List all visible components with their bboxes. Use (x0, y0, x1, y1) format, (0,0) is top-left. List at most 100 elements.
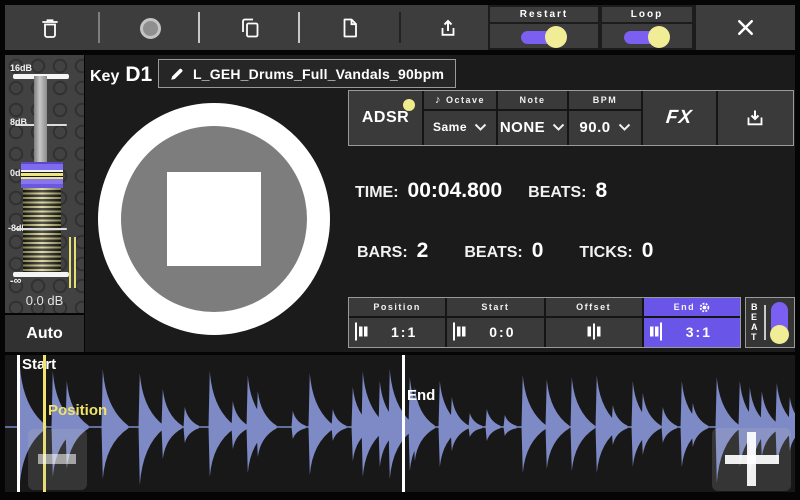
sample-name: L_GEH_Drums_Full_Vandals_90bpm (193, 66, 444, 82)
close-button[interactable] (694, 5, 795, 50)
copy-icon (238, 16, 262, 40)
meter-peak-line (69, 237, 76, 288)
toggle-knob (648, 26, 670, 48)
note-label: Note (520, 95, 546, 105)
beat-slider-rail (764, 305, 766, 340)
record-button[interactable] (131, 9, 169, 47)
beat-label: BEAT (751, 302, 760, 342)
note-dropdown[interactable]: Note NONE (496, 91, 567, 145)
auto-label: Auto (26, 325, 62, 343)
end-marker-label: End (407, 387, 435, 404)
octave-label: Octave (446, 95, 485, 105)
new-file-button[interactable] (331, 9, 369, 47)
waveform-editor[interactable]: StartPositionEnd (5, 355, 795, 492)
position-cell[interactable]: Position 1:1 (349, 298, 445, 347)
marker-left-icon (354, 322, 370, 341)
time-value: 00:04.800 (408, 179, 503, 203)
loop-label: Loop (602, 7, 692, 24)
volume-fader-panel[interactable]: 16dB 8dB 0dB -8dB -∞ 0.0 dB (5, 55, 84, 313)
loop-toggle[interactable] (624, 25, 670, 49)
auto-button[interactable]: Auto (5, 315, 84, 352)
delete-button[interactable] (31, 9, 69, 47)
bpm-dropdown[interactable]: BPM 90.0 (567, 91, 641, 145)
bars-label: BARS: (357, 244, 408, 262)
chevron-down-icon (474, 123, 487, 131)
stop-icon (167, 172, 261, 266)
position-value: 1:1 (391, 324, 417, 340)
loop-points-table: Position 1:1 Start 0:0 Offset (348, 297, 741, 348)
waveform-svg[interactable] (5, 355, 795, 492)
start-marker-line[interactable] (17, 355, 20, 492)
chevron-down-icon (618, 123, 631, 131)
gear-icon[interactable] (699, 302, 710, 313)
time-label: TIME: (355, 184, 399, 202)
trash-icon (38, 16, 62, 40)
end-marker-line[interactable] (402, 355, 405, 492)
fader-bottom-bar (13, 272, 69, 277)
bpm-value: 90.0 (579, 119, 610, 136)
clef-icon: ♪ (435, 95, 442, 106)
bars-readout: BARS: 2 BEATS: 0 TICKS: 0 (357, 239, 653, 263)
minus-icon (38, 454, 76, 464)
export-button[interactable] (429, 9, 467, 47)
start-header: Start (481, 302, 509, 312)
toolbar-divider (98, 12, 100, 43)
marker-left-icon (452, 322, 468, 341)
download-icon (743, 106, 767, 130)
fx-button[interactable]: FX (641, 91, 716, 145)
adsr-label: ADSR (362, 109, 409, 127)
sample-controls-panel: ADSR ♪ Octave Same Note NONE (348, 90, 794, 146)
save-sample-button[interactable] (716, 91, 791, 145)
key-label: Key D1 (90, 63, 152, 87)
start-cell[interactable]: Start 0:0 (445, 298, 543, 347)
adsr-button[interactable]: ADSR (349, 91, 422, 145)
sample-name-field[interactable]: L_GEH_Drums_Full_Vandals_90bpm (158, 59, 456, 88)
main-panel: Key D1 L_GEH_Drums_Full_Vandals_90bpm AD… (85, 55, 795, 352)
stop-button-ring (121, 126, 307, 312)
close-icon (733, 15, 758, 40)
toolbar-divider (298, 12, 300, 43)
beat-slider-knob[interactable] (770, 325, 789, 344)
end-value: 3:1 (686, 324, 712, 340)
bpm-label: BPM (593, 95, 618, 105)
sampler-app-window: Restart Loop 16dB 8dB 0dB -8dB -∞ (0, 0, 800, 500)
octave-dropdown[interactable]: ♪ Octave Same (422, 91, 496, 145)
record-icon (140, 18, 161, 39)
offset-header: Offset (576, 302, 611, 312)
restart-label: Restart (490, 7, 598, 24)
copy-button[interactable] (231, 9, 269, 47)
new-file-icon (338, 16, 362, 40)
bars-value: 2 (417, 239, 429, 263)
beats2-label: BEATS: (464, 244, 522, 262)
ticks-label: TICKS: (579, 244, 632, 262)
level-meter (23, 188, 61, 272)
toolbar-divider (198, 12, 200, 43)
beats-label: BEATS: (528, 184, 586, 202)
restart-toggle[interactable] (521, 25, 567, 49)
beats2-value: 0 (532, 239, 544, 263)
stop-button[interactable] (98, 103, 330, 335)
marker-right-icon (649, 322, 665, 341)
start-value: 0:0 (489, 324, 515, 340)
zoom-in-button[interactable] (712, 428, 791, 491)
loop-control: Loop (600, 5, 694, 50)
fader-neg8db-line (15, 228, 67, 230)
end-cell[interactable]: End 3:1 (642, 298, 740, 347)
ticks-value: 0 (642, 239, 654, 263)
fader-thumb[interactable] (21, 162, 63, 188)
upload-icon (436, 16, 460, 40)
zoom-out-button[interactable] (28, 429, 87, 490)
chevron-down-icon (552, 123, 565, 131)
db-value: 0.0 dB (5, 293, 84, 308)
start-marker-label: Start (22, 356, 56, 373)
offset-bars-icon (586, 322, 602, 341)
toggle-knob (545, 26, 567, 48)
offset-cell[interactable]: Offset (544, 298, 642, 347)
top-toolbar: Restart Loop (5, 5, 795, 50)
plus-icon (747, 432, 756, 486)
position-header: Position (373, 302, 421, 312)
key-word: Key (90, 68, 119, 86)
beats-value: 8 (596, 179, 608, 203)
beat-slider-box: BEAT (745, 297, 795, 348)
adsr-indicator-dot (403, 99, 415, 111)
